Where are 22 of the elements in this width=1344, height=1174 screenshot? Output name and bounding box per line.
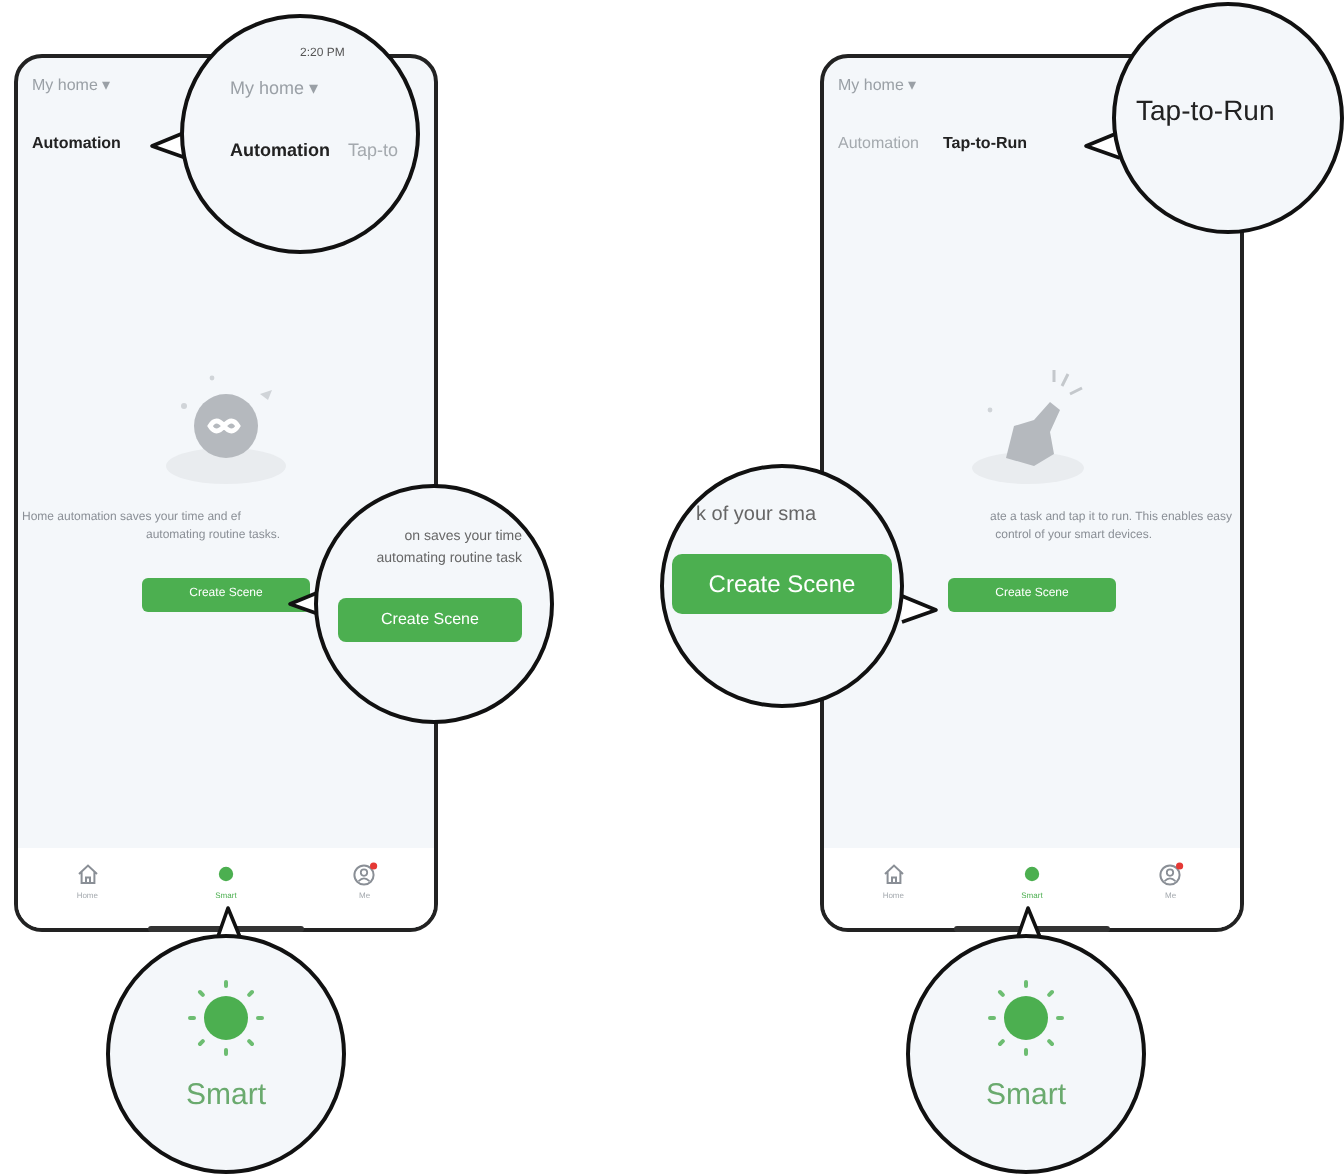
profile-icon xyxy=(351,862,378,886)
tab[interactable]: Tap-to-Run xyxy=(942,132,1028,156)
sun-icon xyxy=(986,978,1066,1058)
tab[interactable]: Automation xyxy=(230,137,330,164)
home-dropdown[interactable]: My home ▾ xyxy=(230,76,320,103)
create-scene-button[interactable]: Create Scene xyxy=(338,598,522,642)
tab[interactable]: Automation xyxy=(838,132,919,156)
home-dropdown[interactable]: My home ▾ xyxy=(838,74,917,98)
sun-icon xyxy=(186,978,266,1058)
tab[interactable]: Tap-to-Run xyxy=(1136,89,1275,131)
sun-icon xyxy=(1019,862,1044,886)
create-scene-button[interactable]: Create Scene xyxy=(672,554,892,614)
profile-icon xyxy=(1157,862,1184,886)
tab[interactable]: Tap-to xyxy=(348,137,399,164)
nav-label[interactable]: Smart xyxy=(185,1074,266,1119)
home-icon xyxy=(75,862,100,886)
tab[interactable]: Automation xyxy=(32,132,121,156)
description-text: k of your sma xyxy=(696,502,817,530)
home-icon xyxy=(881,862,906,886)
sun-icon xyxy=(213,862,238,886)
home-dropdown[interactable]: My home ▾ xyxy=(32,74,111,98)
nav-label[interactable]: Smart xyxy=(985,1074,1066,1119)
